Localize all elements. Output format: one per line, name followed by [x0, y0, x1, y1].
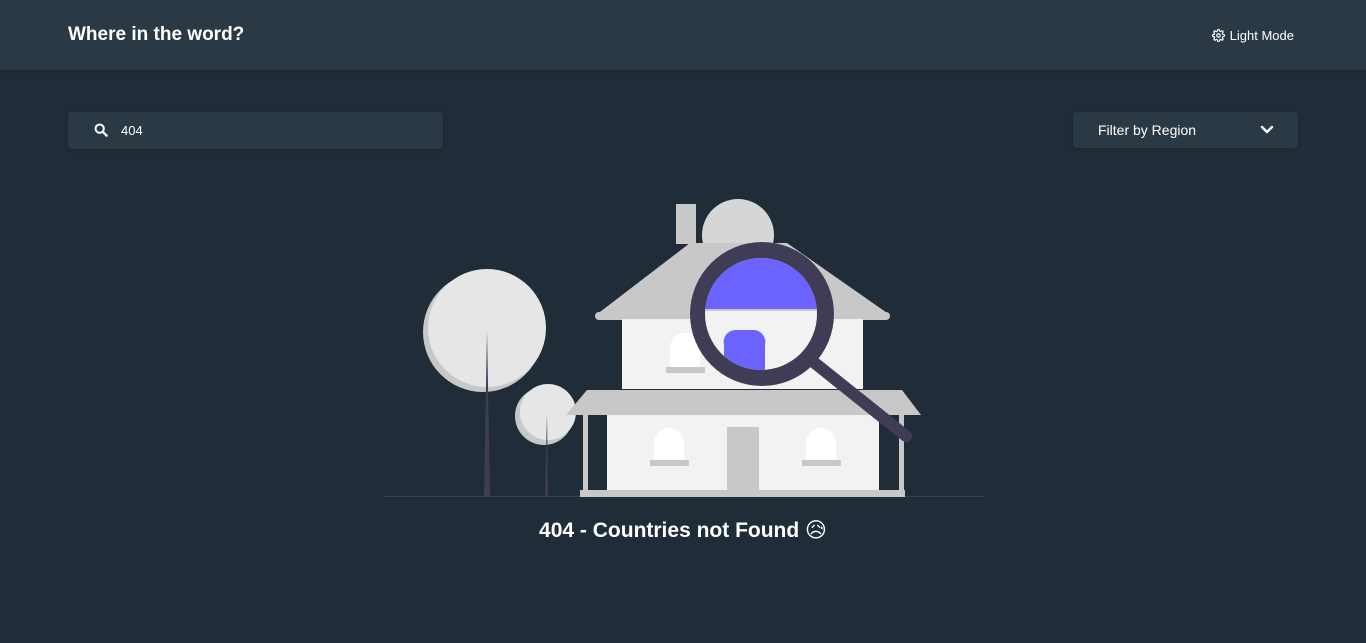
gear-icon [1211, 28, 1225, 42]
theme-toggle-label: Light Mode [1229, 27, 1294, 43]
small-tree [515, 384, 576, 496]
app-title[interactable]: Where in the word? [68, 23, 244, 47]
theme-toggle-button[interactable]: Light Mode [1211, 26, 1294, 44]
large-tree [423, 269, 546, 496]
not-found-illustration [383, 199, 983, 497]
search-input[interactable] [121, 112, 421, 149]
app-header: Where in the word? Light Mode [0, 0, 1366, 70]
search-icon [94, 123, 108, 137]
region-filter-dropdown[interactable]: Filter by Region [1073, 112, 1298, 148]
not-found-message: 404 - Countries not Found 😥 [539, 519, 827, 542]
chevron-down-icon [1260, 125, 1274, 134]
region-filter-label: Filter by Region [1098, 122, 1197, 138]
search-box[interactable] [68, 112, 443, 149]
